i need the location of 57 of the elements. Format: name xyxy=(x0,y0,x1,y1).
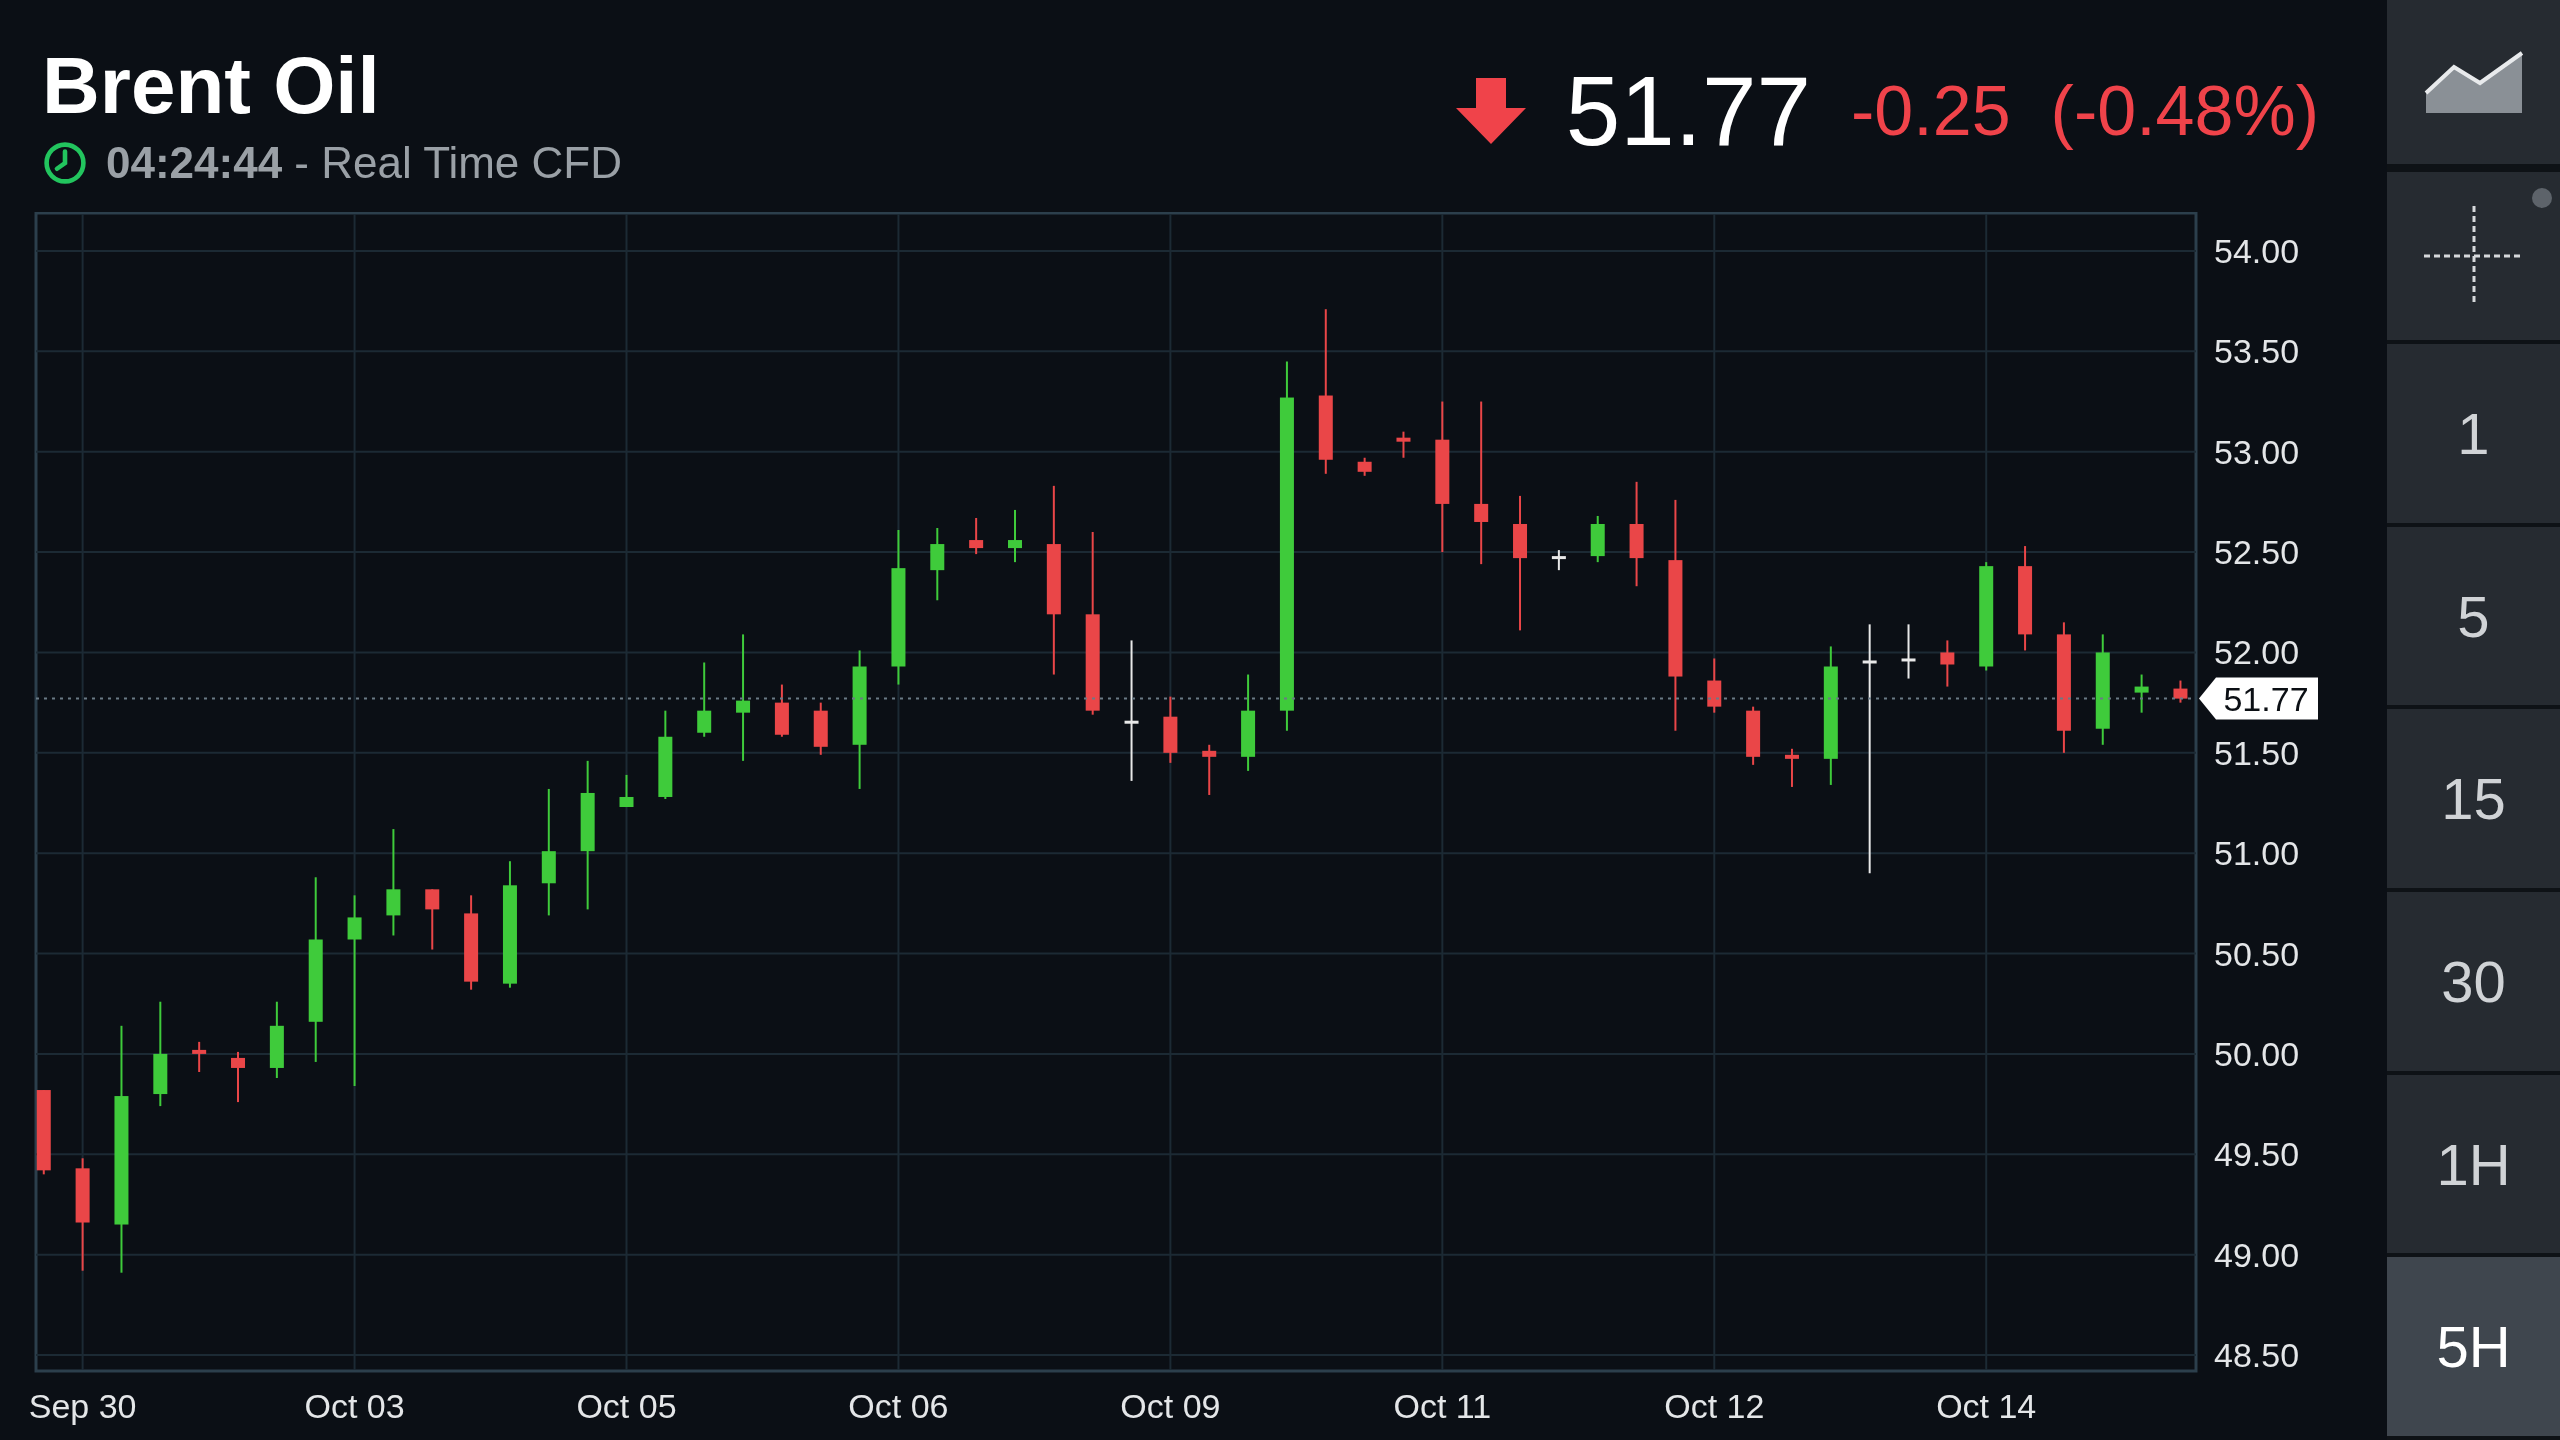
instrument-title: Brent Oil xyxy=(42,46,381,126)
axis-label: 54.00 xyxy=(2214,232,2300,270)
candlestick xyxy=(1202,743,1217,796)
last-price: 51.77 xyxy=(1565,62,1811,160)
axis-label: Oct 06 xyxy=(848,1387,949,1425)
candlestick xyxy=(1901,623,1916,680)
axis-label: 49.00 xyxy=(2214,1235,2300,1274)
interval-button[interactable]: 1H xyxy=(2387,1074,2560,1258)
candlestick xyxy=(813,701,828,756)
ref-line-label: 51.77 xyxy=(2223,679,2309,718)
clock-icon xyxy=(42,140,88,186)
axis-label: Oct 03 xyxy=(304,1387,405,1425)
candlestick xyxy=(619,773,634,808)
candlestick xyxy=(1551,549,1566,572)
candlestick xyxy=(1746,705,1761,766)
candlestick xyxy=(231,1050,245,1104)
candlestick xyxy=(1707,657,1722,714)
interval-button[interactable]: 15 xyxy=(2387,709,2560,892)
crosshair-button[interactable] xyxy=(2387,168,2560,344)
interval-button[interactable]: 1 xyxy=(2387,344,2560,527)
axis-label: 53.00 xyxy=(2214,432,2300,471)
candlestick xyxy=(1008,508,1022,564)
axis-label: Oct 14 xyxy=(1936,1387,2037,1425)
axis-label: 52.50 xyxy=(2214,533,2300,572)
price-tag: 51.77 xyxy=(2199,677,2318,720)
interval-button[interactable]: 5H xyxy=(2387,1257,2560,1440)
candlestick xyxy=(1940,639,1955,688)
axis-label: 53.50 xyxy=(2214,332,2300,371)
axis-label: 50.00 xyxy=(2214,1034,2300,1073)
candlestick xyxy=(1396,430,1411,459)
candlestick xyxy=(2134,673,2149,714)
axis-label: 51.50 xyxy=(2214,733,2300,772)
candlestick xyxy=(1357,456,1372,477)
axis-label: 48.50 xyxy=(2214,1336,2300,1374)
interval-button[interactable]: 5 xyxy=(2387,526,2560,710)
axis-label: Oct 09 xyxy=(1120,1387,1221,1425)
axis-label: 52.00 xyxy=(2214,633,2300,672)
candlestick xyxy=(1163,695,1178,764)
candlestick xyxy=(425,888,440,951)
axis-label: 50.50 xyxy=(2214,934,2300,973)
quote-time: 04:24:44 - Real Time CFD xyxy=(106,138,622,188)
axis-label: 51.00 xyxy=(2214,834,2300,873)
price-change: -0.25 xyxy=(1851,76,2011,146)
candlestick xyxy=(969,516,984,556)
area-chart-icon xyxy=(2423,49,2524,115)
axis-label: 49.50 xyxy=(2214,1135,2300,1174)
axis-label: Oct 11 xyxy=(1393,1387,1492,1425)
axis-label: Oct 12 xyxy=(1664,1387,1765,1425)
candlestick xyxy=(2173,679,2188,704)
candlestick xyxy=(774,683,789,738)
chart-type-button[interactable] xyxy=(2387,0,2560,168)
axis-label: Oct 05 xyxy=(576,1387,677,1425)
candlestick xyxy=(1784,747,1799,788)
axis-label: Sep 30 xyxy=(28,1387,137,1425)
candlestick xyxy=(192,1040,207,1073)
candlestick xyxy=(1590,514,1605,564)
interval-button[interactable]: 30 xyxy=(2387,892,2560,1075)
